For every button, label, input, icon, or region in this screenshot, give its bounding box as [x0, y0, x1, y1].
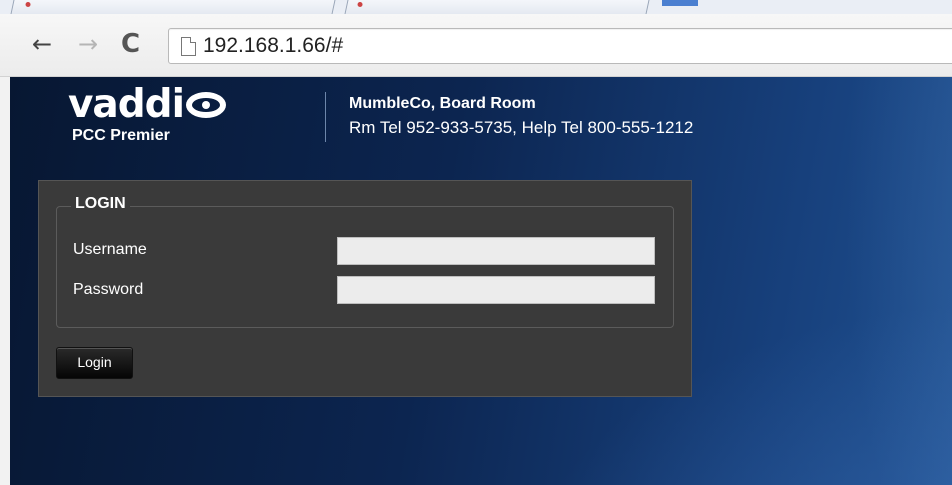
- login-legend: LOGIN: [71, 195, 130, 213]
- favicon-icon: [25, 2, 31, 7]
- browser-toolbar: ← → C 192.168.1.66/#: [0, 14, 952, 77]
- browser-tab[interactable]: [344, 0, 650, 14]
- username-input[interactable]: [337, 237, 655, 265]
- password-label: Password: [73, 281, 144, 298]
- header-divider: [325, 92, 326, 142]
- browser-tab[interactable]: [10, 0, 336, 14]
- browser-tab-strip: [0, 0, 952, 14]
- url-text[interactable]: 192.168.1.66/#: [203, 33, 343, 59]
- login-panel: LOGIN Username Password Login: [38, 180, 692, 397]
- web-page: vaddi PCC Premier MumbleCo, Board Room R…: [10, 77, 952, 485]
- active-tab-indicator[interactable]: [662, 0, 698, 6]
- address-bar[interactable]: 192.168.1.66/#: [168, 28, 952, 64]
- login-fieldset: [56, 206, 674, 328]
- logo-text: vaddi: [68, 82, 185, 127]
- login-button[interactable]: Login: [56, 347, 133, 379]
- site-phone-numbers: Rm Tel 952-933-5735, Help Tel 800-555-12…: [349, 118, 694, 137]
- password-input[interactable]: [337, 276, 655, 304]
- username-label: Username: [73, 241, 147, 258]
- product-name: PCC Premier: [72, 127, 170, 144]
- page-icon: [181, 37, 196, 56]
- site-name: MumbleCo, Board Room: [349, 95, 536, 112]
- page-header: vaddi PCC Premier MumbleCo, Board Room R…: [10, 77, 952, 159]
- forward-arrow-icon[interactable]: →: [78, 30, 98, 58]
- logo-o-icon: [185, 92, 226, 118]
- reload-icon[interactable]: C: [121, 30, 140, 58]
- back-arrow-icon[interactable]: ←: [32, 30, 52, 58]
- favicon-icon: [357, 2, 363, 7]
- vaddio-logo: vaddi: [68, 83, 226, 127]
